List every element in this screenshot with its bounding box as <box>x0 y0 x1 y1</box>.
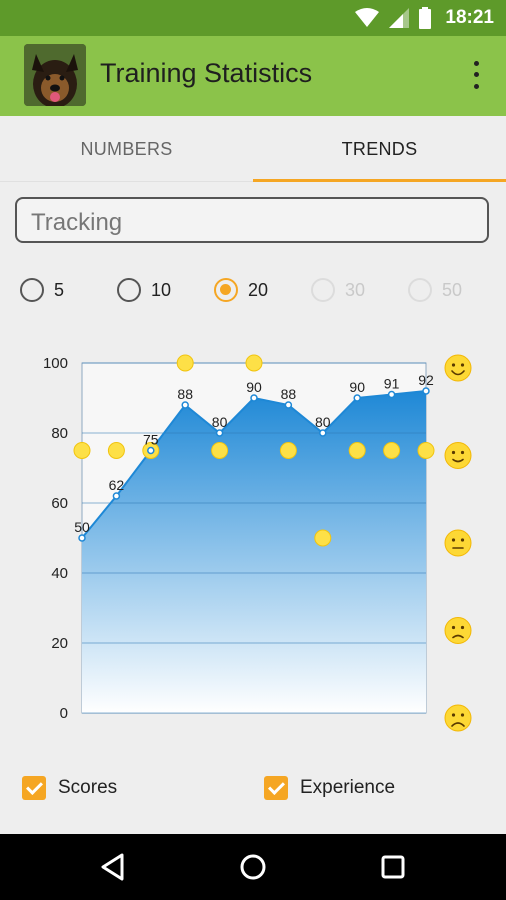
experience-point <box>383 442 401 459</box>
y-tick-label: 60 <box>51 495 68 512</box>
home-icon[interactable] <box>233 847 273 887</box>
radio-circle <box>117 278 141 302</box>
tab-indicator <box>253 179 506 182</box>
happy-face-icon <box>444 442 472 469</box>
navigation-bar <box>0 834 506 900</box>
checkbox-checked-icon <box>22 776 46 800</box>
y-tick-label: 0 <box>60 705 68 722</box>
radio-circle <box>311 278 335 302</box>
y-tick-label: 80 <box>51 425 68 442</box>
score-point <box>250 394 258 402</box>
tab-bar: NUMBERS TRENDS <box>0 116 506 182</box>
score-data-label: 50 <box>74 519 90 535</box>
score-data-label: 90 <box>349 379 365 395</box>
experience-point <box>314 529 332 547</box>
score-point <box>387 390 396 399</box>
checkbox-label: Scores <box>58 777 118 798</box>
experience-point <box>73 442 91 459</box>
radio-label: 10 <box>151 279 172 300</box>
experience-point <box>417 442 435 459</box>
radio-label: 30 <box>345 279 366 300</box>
radio-range-30[interactable]: 30 <box>311 270 365 310</box>
tab-numbers[interactable]: NUMBERS <box>0 116 253 182</box>
sad-face-icon <box>444 617 472 644</box>
radio-label: 5 <box>54 279 65 300</box>
dog-avatar <box>24 44 86 106</box>
score-point <box>181 401 189 409</box>
trend-chart: 0 20 40 60 80 100 50 62 75 88 80 90 88 80 90 91 92 <box>0 330 506 750</box>
status-bar: 18:21 <box>0 0 506 36</box>
trend-chart-svg: 0 20 40 60 80 100 50 62 75 88 80 90 88 80 90 91 92 <box>43 354 472 732</box>
score-point <box>319 429 327 437</box>
tab-trends[interactable]: TRENDS <box>253 116 506 182</box>
checkbox-checked-icon <box>264 776 288 800</box>
category-spinner[interactable]: Tracking <box>15 197 489 243</box>
score-data-label: 92 <box>418 372 434 388</box>
score-point <box>353 394 361 402</box>
radio-range-20[interactable]: 20 <box>214 270 268 310</box>
radio-circle <box>214 278 238 302</box>
score-data-label: 90 <box>246 379 262 395</box>
y-tick-label: 100 <box>43 355 68 372</box>
wifi-icon <box>355 8 380 27</box>
recents-icon[interactable] <box>373 847 413 887</box>
score-point <box>112 492 121 500</box>
radio-circle <box>408 278 432 302</box>
radio-circle <box>20 278 44 302</box>
radio-range-10[interactable]: 10 <box>117 270 171 310</box>
radio-label: 20 <box>248 279 269 300</box>
very-happy-face-icon <box>444 354 472 382</box>
score-point <box>78 534 86 542</box>
experience-point <box>245 354 263 372</box>
score-point <box>284 401 293 409</box>
legend-toggles: Scores Experience <box>0 768 506 808</box>
scores-checkbox[interactable]: Scores <box>22 768 117 808</box>
radio-range-5[interactable]: 5 <box>20 270 64 310</box>
score-point <box>147 446 155 455</box>
very-sad-face-icon <box>444 704 472 732</box>
neutral-face-icon <box>444 529 472 557</box>
status-time: 18:21 <box>445 7 494 28</box>
app-bar: Training Statistics <box>0 36 506 116</box>
overflow-menu-icon[interactable] <box>464 58 488 92</box>
signal-icon <box>389 8 410 28</box>
experience-point <box>107 442 125 459</box>
score-data-label: 75 <box>143 432 159 448</box>
radio-label: 50 <box>442 279 463 300</box>
radio-range-50[interactable]: 50 <box>408 270 462 310</box>
checkbox-label: Experience <box>300 777 396 798</box>
score-point <box>215 429 224 437</box>
experience-point <box>279 442 297 459</box>
battery-icon <box>419 7 432 29</box>
experience-point <box>176 354 194 372</box>
score-data-label: 91 <box>384 376 400 392</box>
score-data-label: 80 <box>315 414 331 430</box>
status-icons: 18:21 <box>355 0 494 36</box>
score-data-label: 62 <box>109 477 125 493</box>
score-data-label: 80 <box>212 414 228 430</box>
y-tick-label: 40 <box>51 565 68 582</box>
page-title: Training Statistics <box>100 58 313 88</box>
y-tick-label: 20 <box>51 635 68 652</box>
spinner-value: Tracking <box>31 209 123 236</box>
experience-checkbox[interactable]: Experience <box>264 768 395 808</box>
back-icon[interactable] <box>93 847 133 887</box>
score-point <box>422 387 430 395</box>
experience-point <box>348 442 366 459</box>
range-radio-group: 5 10 20 30 50 <box>0 270 506 310</box>
score-data-label: 88 <box>177 386 193 402</box>
experience-point <box>211 442 229 459</box>
score-data-label: 88 <box>281 386 297 402</box>
